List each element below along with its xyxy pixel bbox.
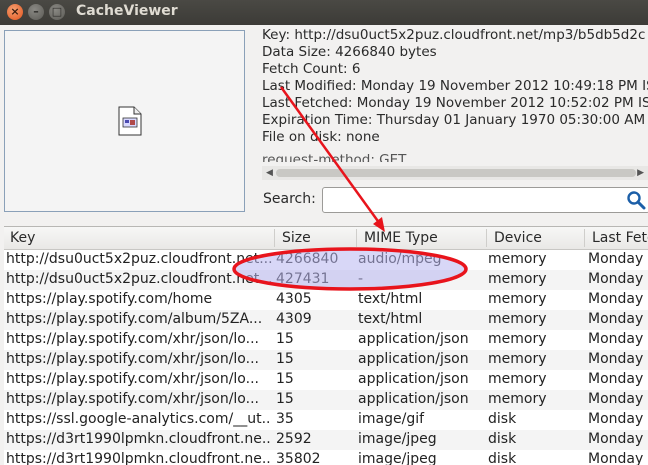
cell-last-fetched: Monday 1	[588, 431, 648, 447]
maximize-window-button[interactable]: □	[49, 4, 65, 20]
cell-key: http://dsu0uct5x2puz.cloudfront.net...	[6, 251, 272, 267]
cell-last-fetched: Monday 1	[588, 371, 648, 387]
document-file-icon	[118, 106, 142, 136]
cell-device: memory	[488, 311, 547, 327]
info-horizontal-scrollbar[interactable]: ◀ ▶	[262, 166, 648, 180]
info-expiration: Expiration Time: Thursday 01 January 197…	[262, 112, 648, 128]
cell-device: disk	[488, 411, 517, 427]
cell-key: http://dsu0uct5x2puz.cloudfront.net...	[6, 271, 272, 287]
preview-pane	[4, 30, 245, 212]
window-title: CacheViewer	[76, 3, 178, 19]
info-request-method: request-method: GET	[262, 152, 407, 162]
cell-key: https://ssl.google-analytics.com/__ut...	[6, 411, 272, 427]
cell-last-fetched: Monday 1	[588, 311, 648, 327]
table-row[interactable]: https://d3rt1990lpmkn.cloudfront.ne... 35…	[4, 450, 648, 465]
cell-last-fetched: Monday 1	[588, 411, 648, 427]
search-label: Search:	[263, 191, 316, 207]
cell-mime-type: image/jpeg	[358, 451, 437, 465]
magnifier-icon[interactable]	[625, 190, 647, 210]
cell-key: https://play.spotify.com/xhr/json/lo...	[6, 391, 259, 407]
info-file-on-disk: File on disk: none	[262, 129, 380, 145]
cell-size: 15	[276, 371, 294, 387]
cell-size: 2592	[276, 431, 312, 447]
cell-key: https://play.spotify.com/album/5ZA...	[6, 311, 263, 327]
cell-device: memory	[488, 251, 547, 267]
cell-key: https://play.spotify.com/xhr/json/lo...	[6, 331, 259, 347]
info-last-modified: Last Modified: Monday 19 November 2012 1…	[262, 78, 648, 94]
info-key: Key: http://dsu0uct5x2puz.cloudfront.net…	[262, 27, 646, 43]
table-row[interactable]: https://play.spotify.com/xhr/json/lo... 1…	[4, 350, 648, 370]
table-row[interactable]: https://play.spotify.com/home 4305 text/ht…	[4, 290, 648, 310]
cell-last-fetched: Monday 1	[588, 251, 648, 267]
cell-last-fetched: Monday 1	[588, 331, 648, 347]
cell-key: https://play.spotify.com/xhr/json/lo...	[6, 351, 259, 367]
table-row[interactable]: https://play.spotify.com/album/5ZA... 430…	[4, 310, 648, 330]
cell-size: 15	[276, 331, 294, 347]
cell-last-fetched: Monday 1	[588, 291, 648, 307]
cell-size: 35802	[276, 451, 321, 465]
minimize-window-button[interactable]: –	[28, 4, 44, 20]
cell-last-fetched: Monday 1	[588, 391, 648, 407]
cell-device: memory	[488, 371, 547, 387]
info-data-size: Data Size: 4266840 bytes	[262, 44, 437, 60]
cell-device: memory	[488, 331, 547, 347]
cell-key: https://play.spotify.com/home	[6, 291, 213, 307]
table-row[interactable]: https://play.spotify.com/xhr/json/lo... 1…	[4, 390, 648, 410]
cell-device: disk	[488, 451, 517, 465]
cache-entry-info: Key: http://dsu0uct5x2puz.cloudfront.net…	[262, 27, 648, 162]
cell-device: memory	[488, 271, 547, 287]
cell-mime-type: application/json	[358, 391, 469, 407]
cell-mime-type: application/json	[358, 351, 469, 367]
table-row[interactable]: https://play.spotify.com/xhr/json/lo... 1…	[4, 330, 648, 350]
cell-size: 15	[276, 351, 294, 367]
cell-mime-type: -	[358, 271, 364, 287]
scroll-left-icon[interactable]: ◀	[266, 168, 273, 178]
table-row[interactable]: https://ssl.google-analytics.com/__ut...…	[4, 410, 648, 430]
cell-last-fetched: Monday 1	[588, 351, 648, 367]
cell-mime-type: image/gif	[358, 411, 425, 427]
column-header-key[interactable]: Key	[10, 230, 35, 246]
table-row[interactable]: https://play.spotify.com/xhr/json/lo... 1…	[4, 370, 648, 390]
cell-mime-type: application/json	[358, 371, 469, 387]
cell-device: memory	[488, 351, 547, 367]
cell-mime-type: audio/mpeg	[358, 251, 442, 267]
cell-size: 4266840	[276, 251, 339, 267]
column-header-mime-type[interactable]: MIME Type	[364, 230, 438, 246]
scrollbar-thumb[interactable]	[276, 169, 636, 177]
cell-mime-type: application/json	[358, 331, 469, 347]
table-row[interactable]: http://dsu0uct5x2puz.cloudfront.net... 42…	[4, 250, 648, 270]
column-header-device[interactable]: Device	[494, 230, 542, 246]
info-fetch-count: Fetch Count: 6	[262, 61, 361, 77]
cell-key: https://d3rt1990lpmkn.cloudfront.ne...	[6, 431, 272, 447]
cell-size: 4309	[276, 311, 312, 327]
cell-mime-type: image/jpeg	[358, 431, 437, 447]
table-header: Key Size MIME Type Device Last Fetc	[4, 227, 648, 250]
cell-mime-type: text/html	[358, 291, 423, 307]
cell-size: 15	[276, 391, 294, 407]
cell-device: memory	[488, 391, 547, 407]
cell-mime-type: text/html	[358, 311, 423, 327]
column-header-last-fetched[interactable]: Last Fetc	[592, 230, 648, 246]
info-last-fetched: Last Fetched: Monday 19 November 2012 10…	[262, 95, 648, 111]
cell-key: https://d3rt1990lpmkn.cloudfront.ne...	[6, 451, 272, 465]
cell-device: memory	[488, 291, 547, 307]
cell-size: 4305	[276, 291, 312, 307]
cell-last-fetched: Monday 1	[588, 451, 648, 465]
scroll-right-icon[interactable]: ▶	[637, 168, 644, 178]
table-row[interactable]: https://d3rt1990lpmkn.cloudfront.ne... 25…	[4, 430, 648, 450]
cache-table: Key Size MIME Type Device Last Fetc http…	[4, 226, 648, 465]
cell-size: 35	[276, 411, 294, 427]
cell-last-fetched: Monday 1	[588, 271, 648, 287]
cell-size: 427431	[276, 271, 330, 287]
close-window-button[interactable]: ×	[7, 4, 23, 20]
cell-key: https://play.spotify.com/xhr/json/lo...	[6, 371, 259, 387]
table-row[interactable]: http://dsu0uct5x2puz.cloudfront.net... 42…	[4, 270, 648, 290]
cell-device: disk	[488, 431, 517, 447]
column-header-size[interactable]: Size	[282, 230, 311, 246]
title-bar: × – □ CacheViewer	[0, 0, 648, 25]
search-input[interactable]	[322, 187, 648, 213]
table-body: http://dsu0uct5x2puz.cloudfront.net... 42…	[4, 250, 648, 465]
